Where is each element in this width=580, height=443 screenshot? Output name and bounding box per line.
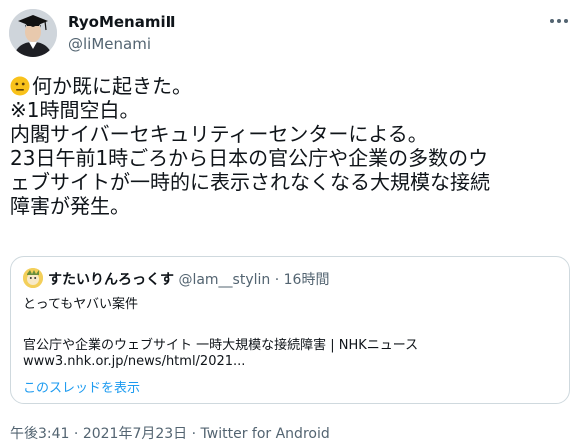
show-thread-link[interactable]: このスレッドを表示 (23, 377, 140, 396)
tweet-line: ※1時間空白。 (10, 98, 140, 122)
user-handle[interactable]: @liMenami (68, 35, 151, 53)
tweet-source[interactable]: Twitter for Android (201, 426, 330, 442)
cartoon-avatar-icon (23, 268, 43, 288)
quoted-user-handle: @lam__stylin (178, 272, 271, 288)
quoted-tweet-time: 16時間 (283, 272, 330, 288)
quoted-tweet-body: とってもヤバい案件 (23, 297, 139, 312)
tweet-date[interactable]: 2021年7月23日 (83, 426, 187, 442)
quoted-tweet-card[interactable]: すたいりんろっくす @lam__stylin · 16時間 とってもヤバい案件 … (10, 256, 570, 404)
quoted-tweet-header: すたいりんろっくす @lam__stylin · 16時間 (48, 269, 329, 289)
user-avatar[interactable] (9, 9, 57, 57)
user-display-name[interactable]: RyoMenamiⅡ (68, 13, 176, 31)
tweet-line-text: 何か既に起きた。 (32, 74, 192, 98)
tweet-line: 何か既に起きた。 (10, 74, 572, 98)
tweet-line: 障害が発生。 (10, 194, 130, 218)
tweet-line: 23日午前1時ごろから日本の官公庁や企業の多数のウ (10, 146, 489, 170)
quoted-user-avatar[interactable] (23, 268, 43, 288)
quoted-user-name: すたいりんろっくす (48, 272, 174, 288)
more-horizontal-icon (550, 19, 568, 23)
tweet-text: 何か既に起きた。 ※1時間空白。 内閣サイバーセキュリティーセンターによる。 2… (10, 74, 572, 218)
tweet-line: 内閣サイバーセキュリティーセンターによる。 (10, 122, 428, 146)
tweet-time[interactable]: 午後3:41 (10, 426, 69, 442)
quoted-link-title[interactable]: 官公庁や企業のウェブサイト 一時大規模な接続障害 | NHKニュース (23, 334, 418, 353)
timestamp-separator: · (73, 426, 83, 442)
tweet-timestamp: 午後3:41 · 2021年7月23日 · Twitter for Androi… (10, 423, 330, 443)
tweet-line: ェブサイトが一時的に表示されなくなる大規模な接続 (10, 170, 490, 194)
neutral-face-emoji-icon (10, 76, 30, 96)
more-options-button[interactable] (546, 10, 572, 32)
quoted-meta-separator: · (274, 272, 280, 288)
quoted-link-url[interactable]: www3.nhk.or.jp/news/html/2021... (23, 354, 245, 369)
graduate-avatar-icon (9, 9, 57, 57)
source-separator: · (191, 426, 197, 442)
